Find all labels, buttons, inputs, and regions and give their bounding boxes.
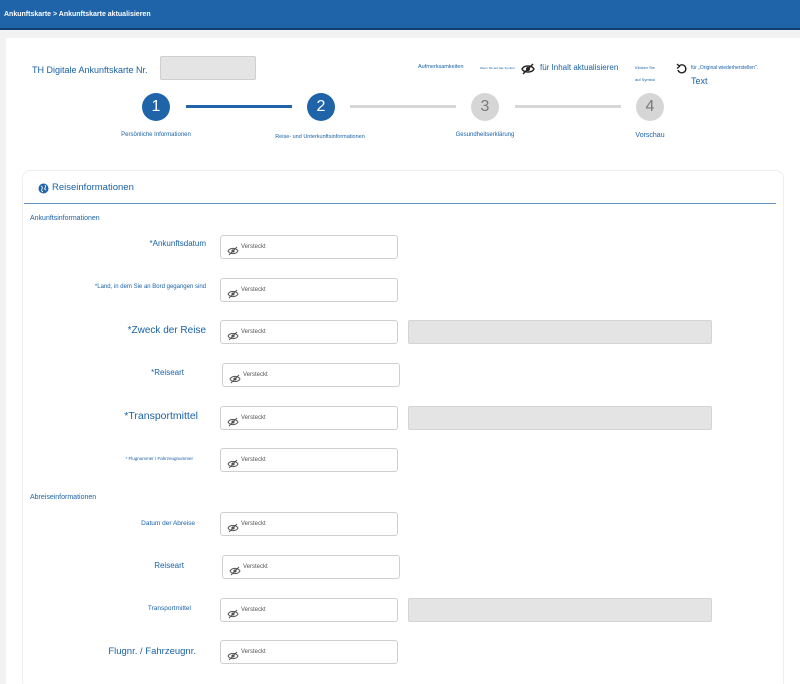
hidden-value: Versteckt <box>241 607 266 613</box>
hidden-value: Versteckt <box>241 649 266 655</box>
transport-input[interactable]: Versteckt <box>220 406 398 430</box>
section-title: Reiseinformationen <box>52 182 134 193</box>
hidden-value: Versteckt <box>241 329 266 335</box>
text-link[interactable]: Text <box>691 76 708 86</box>
travel-type-input[interactable]: Versteckt <box>222 363 400 387</box>
note-click-you: Klicken Sie <box>635 65 655 70</box>
departure-transport-label: Transportmittel <box>147 605 191 612</box>
eye-slash-icon <box>227 456 239 469</box>
travel-purpose-detail-field[interactable] <box>408 320 712 344</box>
travel-purpose-input[interactable]: Versteckt <box>220 320 398 344</box>
restore-label: für „Original wiederherstellen". <box>691 65 759 71</box>
arrival-date-label: *Ankunftsdatum <box>149 239 206 248</box>
departure-date-label: Datum der Abreise <box>141 520 195 527</box>
hidden-value: Versteckt <box>243 372 268 378</box>
arrival-heading: Ankunftsinformationen <box>30 215 100 222</box>
eye-slash-icon <box>227 414 239 427</box>
hidden-value: Versteckt <box>241 244 266 250</box>
note-click-symbol: Wenn Sie auf das Symbol <box>480 66 515 70</box>
departure-transport-detail-field[interactable] <box>408 598 712 622</box>
step-2-label: Reise- und Unterkunftsinformationen <box>275 134 365 140</box>
step-3-circle[interactable]: 3 <box>471 93 499 121</box>
departure-travel-type-input[interactable]: Versteckt <box>222 555 400 579</box>
departure-flight-number-label: Flugnr. / Fahrzeugnr. <box>108 646 196 657</box>
flight-number-label: * Flugnummer / Fahrzeugnummer <box>125 456 193 461</box>
globe-icon <box>38 181 49 194</box>
transport-detail-field[interactable] <box>408 406 712 430</box>
card-number-field[interactable] <box>160 56 256 80</box>
main-card: TH Digitale Ankunftskarte Nr. Aufmerksam… <box>6 38 800 684</box>
step-4-circle[interactable]: 4 <box>636 93 664 121</box>
top-bar: Ankunftskarte > Ankunftskarte aktualisie… <box>0 0 800 30</box>
hide-update-label: für Inhalt aktualisieren <box>540 63 619 72</box>
departure-heading: Abreiseinformationen <box>30 494 97 501</box>
step-4-label: Vorschau <box>635 132 665 139</box>
hidden-value: Versteckt <box>243 564 268 570</box>
hidden-value: Versteckt <box>241 287 266 293</box>
note-on-symbol: auf Symbol <box>635 77 656 82</box>
departure-travel-type-label: Reiseart <box>154 561 184 570</box>
flight-number-input[interactable]: Versteckt <box>220 448 398 472</box>
step-1-label: Persönliche Informationen <box>121 132 191 138</box>
eye-slash-icon <box>229 371 241 384</box>
step-3-label: Gesundheitserklärung <box>455 132 515 138</box>
hidden-value: Versteckt <box>241 521 266 527</box>
arrival-date-input[interactable]: Versteckt <box>220 235 398 259</box>
card-number-label: TH Digitale Ankunftskarte Nr. <box>32 65 148 75</box>
restore-icon[interactable] <box>676 62 687 74</box>
step-2-circle[interactable]: 2 <box>307 93 335 121</box>
departure-transport-input[interactable]: Versteckt <box>220 598 398 622</box>
departure-flight-number-input[interactable]: Versteckt <box>220 640 398 664</box>
eye-slash-icon <box>227 606 239 619</box>
step-1-circle[interactable]: 1 <box>142 93 170 121</box>
attention-label: Aufmerksamkeiten <box>418 64 464 70</box>
travel-purpose-label: *Zweck der Reise <box>127 325 206 336</box>
step-connector-1 <box>186 105 292 108</box>
travel-type-label: *Reiseart <box>151 368 184 377</box>
section-divider <box>24 203 776 204</box>
hidden-value: Versteckt <box>241 415 266 421</box>
eye-slash-icon[interactable] <box>521 62 535 75</box>
breadcrumb[interactable]: Ankunftskarte > Ankunftskarte aktualisie… <box>4 11 151 18</box>
eye-slash-icon <box>229 563 241 576</box>
eye-slash-icon <box>227 648 239 661</box>
boarding-country-input[interactable]: Versteckt <box>220 278 398 302</box>
transport-label: *Transportmittel <box>124 410 198 422</box>
eye-slash-icon <box>227 286 239 299</box>
departure-date-input[interactable]: Versteckt <box>220 512 398 536</box>
step-connector-3 <box>515 105 621 108</box>
eye-slash-icon <box>227 328 239 341</box>
boarding-country-label: *Land, in dem Sie an Bord gegangen sind <box>94 284 206 290</box>
eye-slash-icon <box>227 243 239 256</box>
eye-slash-icon <box>227 520 239 533</box>
hidden-value: Versteckt <box>241 457 266 463</box>
step-connector-2 <box>350 105 456 108</box>
